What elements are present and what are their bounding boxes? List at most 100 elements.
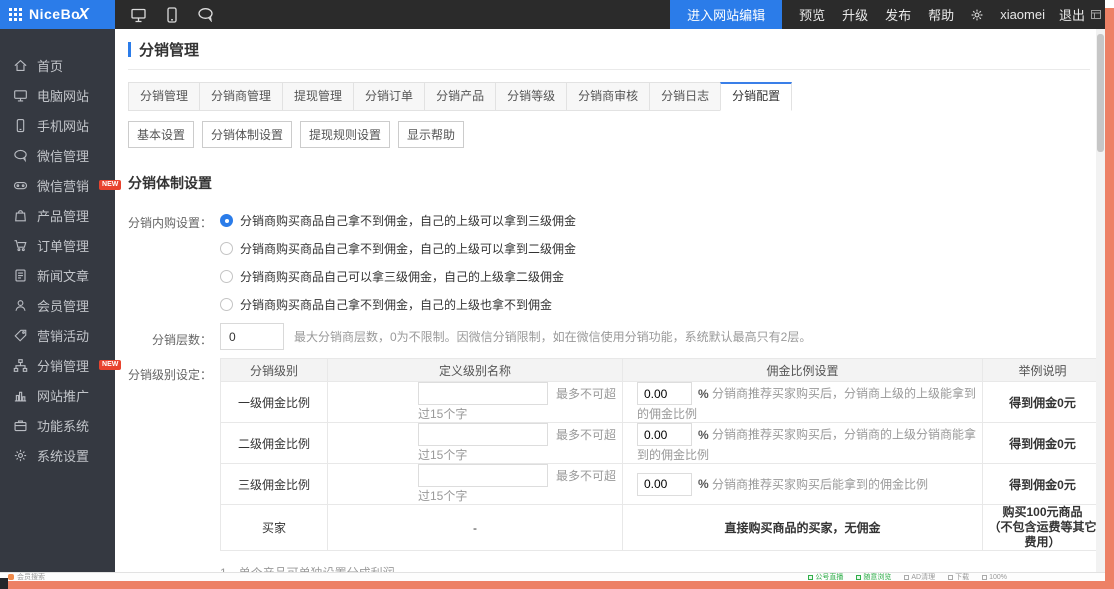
- col-header-example: 举例说明: [983, 359, 1097, 382]
- level1-rate-input[interactable]: [637, 382, 692, 405]
- member-icon: [13, 298, 28, 313]
- sidebar-item-orders[interactable]: 订单管理: [0, 230, 115, 260]
- sidebar-item-wechat[interactable]: 微信管理: [0, 140, 115, 170]
- levels-input[interactable]: [220, 323, 284, 350]
- buyer-name-cell: -: [328, 505, 623, 551]
- subtab-withdraw-rules[interactable]: 提现规则设置: [300, 121, 390, 148]
- radio-option-label: 分销商购买商品自己拿不到佣金，自己的上级可以拿到二级佣金: [240, 240, 576, 257]
- status-items: 公号直播 随意浏览 AD清理 下载 100%: [808, 572, 1007, 581]
- rate-cell: % 分销商推荐买家购买后能拿到的佣金比例: [623, 464, 983, 505]
- vertical-scrollbar[interactable]: [1096, 29, 1105, 572]
- home-icon: [13, 58, 28, 73]
- sidebar-item-wechat-marketing[interactable]: 微信营销 NEW: [0, 170, 115, 200]
- radio-option-4[interactable]: 分销商购买商品自己拿不到佣金，自己的上级也拿不到佣金: [212, 290, 576, 318]
- sitemap-icon: [13, 358, 28, 373]
- level1-name-input[interactable]: [418, 382, 548, 405]
- download-icon: [948, 575, 953, 580]
- tab-distribution-orders[interactable]: 分销订单: [353, 82, 425, 111]
- upgrade-link[interactable]: 升级: [842, 5, 868, 24]
- level3-rate-input[interactable]: [637, 473, 692, 496]
- status-strip: 会员搜索 公号直播 随意浏览 AD清理 下载 100%: [0, 572, 1105, 581]
- logo-x: X: [78, 6, 89, 24]
- buyer-example-cell: 购买100元商品 （不包含运费等其它费用）: [983, 505, 1097, 551]
- radio-option-2[interactable]: 分销商购买商品自己拿不到佣金，自己的上级可以拿到二级佣金: [212, 234, 576, 262]
- level-cell: 二级佣金比例: [221, 423, 328, 464]
- tab-distributor-review[interactable]: 分销商审核: [566, 82, 650, 111]
- status-item-browse[interactable]: 随意浏览: [856, 572, 891, 581]
- name-cell: 最多不可超过15个字: [328, 382, 623, 423]
- frame-right-strip: [1105, 8, 1114, 589]
- tab-distributor-mgmt[interactable]: 分销商管理: [199, 82, 283, 111]
- help-link[interactable]: 帮助: [928, 5, 954, 24]
- desktop-site-icon[interactable]: [130, 7, 147, 23]
- sidebar-item-label: 分销管理: [37, 356, 89, 375]
- sidebar-item-products[interactable]: 产品管理: [0, 200, 115, 230]
- sidebar-item-promotion[interactable]: 网站推广: [0, 380, 115, 410]
- level2-rate-input[interactable]: [637, 423, 692, 446]
- subtab-basic-settings[interactable]: 基本设置: [128, 121, 194, 148]
- tab-distribution-config[interactable]: 分销配置: [720, 82, 792, 111]
- clean-icon: [904, 575, 909, 580]
- sidebar-item-pc-site[interactable]: 电脑网站: [0, 80, 115, 110]
- sidebar-item-label: 订单管理: [37, 236, 89, 255]
- radio-unselected-icon[interactable]: [220, 298, 233, 311]
- title-accent-bar: [128, 42, 131, 57]
- example-cell: 得到佣金0元: [983, 423, 1097, 464]
- sidebar-item-label: 电脑网站: [37, 86, 89, 105]
- grid-menu-icon[interactable]: [9, 8, 22, 21]
- radio-unselected-icon[interactable]: [220, 270, 233, 283]
- tab-distribution-logs[interactable]: 分销日志: [649, 82, 721, 111]
- topbar-right: 进入网站编辑 预览 升级 发布 帮助 xiaomei 退出: [670, 0, 1105, 29]
- subtab-show-help[interactable]: 显示帮助: [398, 121, 464, 148]
- radio-option-3[interactable]: 分销商购买商品自己可以拿三级佣金，自己的上级拿二级佣金: [212, 262, 576, 290]
- tab-withdrawal-mgmt[interactable]: 提现管理: [282, 82, 354, 111]
- gear-icon: [13, 448, 28, 463]
- publish-link[interactable]: 发布: [885, 5, 911, 24]
- sidebar-item-mobile-site[interactable]: 手机网站: [0, 110, 115, 140]
- subtab-system-settings[interactable]: 分销体制设置: [202, 121, 292, 148]
- levels-label: 分销层数：: [128, 323, 212, 350]
- sidebar: 首页 电脑网站 手机网站 微信管理 微信营销: [0, 29, 115, 572]
- logout-link[interactable]: 退出: [1059, 5, 1085, 24]
- radio-option-1[interactable]: 分销商购买商品自己拿不到佣金，自己的上级可以拿到三级佣金: [212, 206, 576, 234]
- sidebar-item-campaigns[interactable]: 营销活动: [0, 320, 115, 350]
- preview-link[interactable]: 预览: [799, 5, 825, 24]
- wechat-chat-icon[interactable]: [197, 7, 214, 22]
- subtab-bar: 基本设置 分销体制设置 提现规则设置 显示帮助: [128, 121, 1090, 148]
- sidebar-item-home[interactable]: 首页: [0, 50, 115, 80]
- status-item-clean[interactable]: AD清理: [904, 572, 935, 581]
- scrollbar-thumb[interactable]: [1097, 34, 1104, 152]
- app-logo[interactable]: NiceBoX: [0, 0, 115, 29]
- radio-selected-icon[interactable]: [220, 214, 233, 227]
- sidebar-item-distribution[interactable]: 分销管理 NEW: [0, 350, 115, 380]
- sidebar-item-label: 微信管理: [37, 146, 89, 165]
- col-header-level: 分销级别: [221, 359, 328, 382]
- tab-distribution-products[interactable]: 分销产品: [424, 82, 496, 111]
- news-doc-icon: [13, 268, 28, 283]
- enter-site-editor-button[interactable]: 进入网站编辑: [670, 0, 782, 29]
- tab-distribution-mgmt[interactable]: 分销管理: [128, 82, 200, 111]
- levels-hint: 最大分销商层数，0为不限制。因微信分销限制，如在微信使用分销功能，系统默认最高只…: [294, 328, 811, 345]
- zoom-icon: [982, 575, 987, 580]
- sidebar-item-features[interactable]: 功能系统: [0, 410, 115, 440]
- mini-window-icon[interactable]: [1091, 10, 1101, 19]
- status-item-download[interactable]: 下载: [948, 572, 969, 581]
- level3-name-input[interactable]: [418, 464, 548, 487]
- mobile-icon: [13, 118, 28, 133]
- mobile-site-icon[interactable]: [166, 7, 178, 23]
- sidebar-item-members[interactable]: 会员管理: [0, 290, 115, 320]
- sidebar-item-label: 会员管理: [37, 296, 89, 315]
- level2-name-input[interactable]: [418, 423, 548, 446]
- status-item-live[interactable]: 公号直播: [808, 572, 843, 581]
- briefcase-icon: [13, 418, 28, 433]
- settings-gear-icon[interactable]: [970, 8, 984, 22]
- status-item-zoom[interactable]: 100%: [982, 574, 1007, 581]
- buyer-example-line1: 购买100元商品: [983, 505, 1096, 520]
- sidebar-item-label: 网站推广: [37, 386, 89, 405]
- sidebar-item-news[interactable]: 新闻文章: [0, 260, 115, 290]
- sidebar-item-settings[interactable]: 系统设置: [0, 440, 115, 470]
- username[interactable]: xiaomei: [1000, 7, 1045, 22]
- radio-unselected-icon[interactable]: [220, 242, 233, 255]
- tab-distribution-levels[interactable]: 分销等级: [495, 82, 567, 111]
- live-icon: [808, 575, 813, 580]
